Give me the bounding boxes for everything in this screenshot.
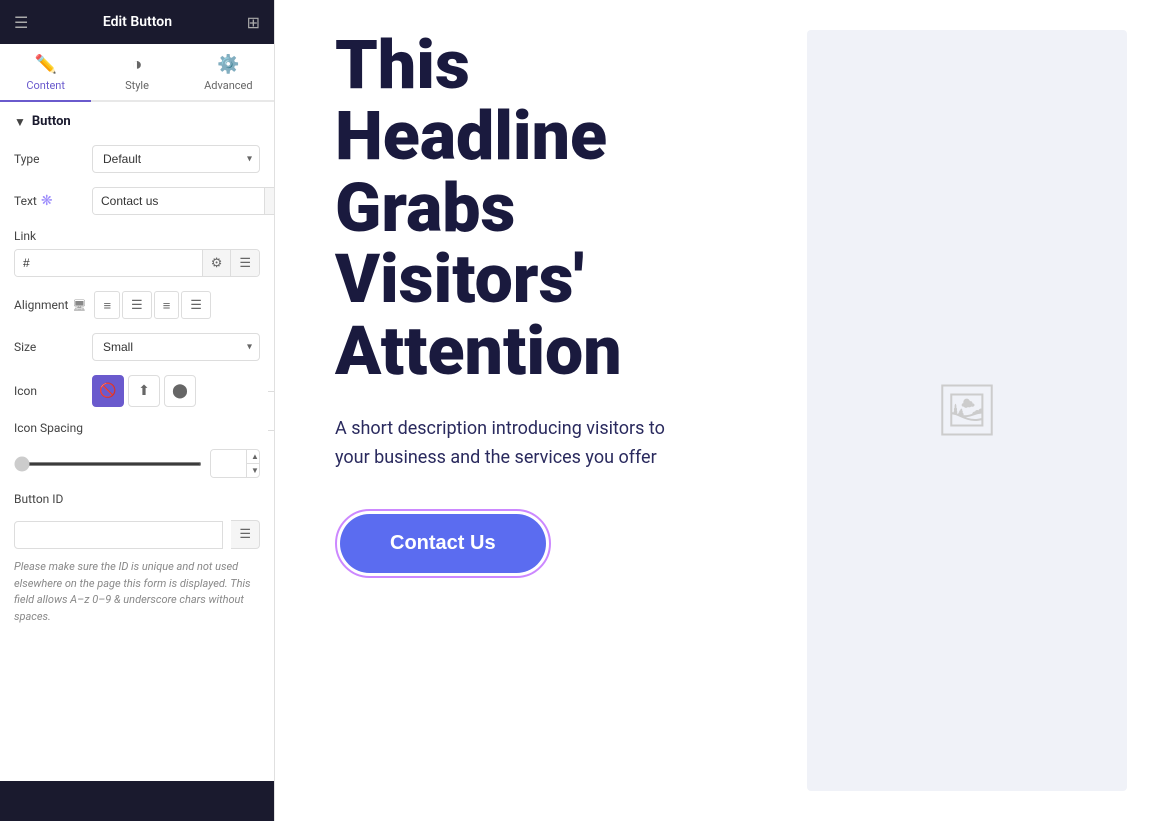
alignment-buttons: ≡ ☰ ≡ ☰ [94, 291, 211, 319]
section-collapse-icon[interactable]: ▼ [14, 115, 26, 129]
size-field-row: Size Small Medium Large Extra Large ▾ [14, 333, 260, 361]
placeholder-image-icon: 🖼 [935, 382, 998, 440]
align-center-button[interactable]: ☰ [122, 291, 152, 319]
align-left-button[interactable]: ≡ [94, 291, 120, 319]
section-title-text: Button [32, 114, 71, 129]
size-control: Small Medium Large Extra Large ▾ [92, 333, 260, 361]
icon-spacing-slider-row: ▲ ▼ [14, 449, 260, 478]
panel-title: Edit Button [103, 14, 172, 30]
icon-upload-button[interactable]: ⬆ [128, 375, 160, 407]
section-title: ▼ Button [14, 114, 260, 129]
tabs-bar: ✏️ Content ◑ Style ⚙️ Advanced [0, 44, 274, 102]
type-field-row: Type Default Info Success Warning Danger… [14, 145, 260, 173]
advanced-tab-icon: ⚙️ [217, 54, 239, 75]
preview-area: This Headline Grabs Visitors' Attention … [275, 0, 1157, 821]
style-tab-label: Style [125, 79, 149, 92]
text-field-row: Text ❋ ☰ [14, 187, 260, 215]
contact-button[interactable]: Contact Us [340, 514, 546, 573]
alignment-control: ≡ ☰ ≡ ☰ [94, 291, 260, 319]
slider-down-icon[interactable]: ▼ [247, 464, 260, 477]
icon-options: 🚫 ⬆ ⬤ [92, 375, 196, 407]
button-id-options-icon[interactable]: ☰ [231, 520, 260, 549]
panel-content: ▼ Button Type Default Info Success Warni… [0, 102, 274, 779]
button-id-input[interactable] [14, 521, 223, 549]
icon-none-button[interactable]: 🚫 [92, 375, 124, 407]
link-options-icon[interactable]: ☰ [230, 250, 259, 276]
slider-value-box: ▲ ▼ [210, 449, 260, 478]
text-input-group: ☰ [92, 187, 275, 215]
slider-value-input[interactable] [211, 450, 246, 477]
alignment-label: Alignment 🖥 [14, 298, 86, 312]
slider-up-icon[interactable]: ▲ [247, 450, 260, 464]
headline-text: This Headline Grabs Visitors' Attention [335, 30, 747, 387]
size-select[interactable]: Small Medium Large Extra Large [92, 333, 260, 361]
panel-collapse-button[interactable]: ‹ [268, 391, 275, 431]
link-input[interactable] [15, 250, 202, 276]
align-right-button[interactable]: ≡ [154, 291, 180, 319]
tab-advanced[interactable]: ⚙️ Advanced [183, 44, 274, 102]
icon-spacing-slider[interactable] [14, 462, 202, 466]
button-id-label: Button ID [14, 492, 84, 506]
link-label: Link [14, 229, 260, 243]
tab-content[interactable]: ✏️ Content [0, 44, 91, 102]
link-input-group: ⚙ ☰ [14, 249, 260, 277]
type-label: Type [14, 152, 84, 166]
left-panel: ☰ Edit Button ⊞ ✏️ Content ◑ Style ⚙️ Ad… [0, 0, 275, 821]
text-label: Text ❋ [14, 193, 84, 209]
description-text: A short description introducing visitors… [335, 415, 695, 473]
style-tab-icon: ◑ [132, 54, 143, 75]
dynamic-tags-icon[interactable]: ❋ [41, 193, 53, 209]
text-input[interactable] [93, 188, 264, 214]
preview-content: This Headline Grabs Visitors' Attention … [275, 0, 807, 821]
top-bar: ☰ Edit Button ⊞ [0, 0, 274, 44]
type-control: Default Info Success Warning Danger ▾ [92, 145, 260, 173]
button-id-label-row: Button ID [14, 492, 260, 506]
slider-spinners: ▲ ▼ [246, 450, 260, 477]
tab-style[interactable]: ◑ Style [91, 44, 182, 102]
bottom-bar [0, 781, 275, 821]
text-control: ☰ [92, 187, 275, 215]
type-select[interactable]: Default Info Success Warning Danger [92, 145, 260, 173]
contact-button-wrapper: Contact Us [335, 509, 551, 578]
icon-label: Icon [14, 384, 84, 398]
icon-control: 🚫 ⬆ ⬤ [92, 375, 260, 407]
content-tab-label: Content [26, 79, 65, 92]
content-tab-icon: ✏️ [34, 54, 56, 75]
image-placeholder: 🖼 [807, 30, 1127, 791]
alignment-field-row: Alignment 🖥 ≡ ☰ ≡ ☰ [14, 291, 260, 319]
text-options-icon[interactable]: ☰ [264, 188, 275, 214]
button-id-input-row: ☰ [14, 520, 260, 549]
size-select-wrapper: Small Medium Large Extra Large ▾ [92, 333, 260, 361]
button-id-help-text: Please make sure the ID is unique and no… [14, 559, 260, 625]
alignment-monitor-icon: 🖥 [72, 299, 86, 312]
icon-circle-button[interactable]: ⬤ [164, 375, 196, 407]
icon-spacing-label: Icon Spacing [14, 421, 84, 435]
icon-spacing-label-row: Icon Spacing [14, 421, 260, 435]
link-settings-icon[interactable]: ⚙ [202, 250, 231, 276]
advanced-tab-label: Advanced [204, 79, 252, 92]
align-justify-button[interactable]: ☰ [181, 291, 211, 319]
size-label: Size [14, 340, 84, 354]
grid-icon[interactable]: ⊞ [247, 13, 260, 32]
icon-field-row: Icon 🚫 ⬆ ⬤ [14, 375, 260, 407]
hamburger-icon[interactable]: ☰ [14, 13, 28, 32]
type-select-wrapper: Default Info Success Warning Danger ▾ [92, 145, 260, 173]
link-field-row: Link ⚙ ☰ [14, 229, 260, 277]
